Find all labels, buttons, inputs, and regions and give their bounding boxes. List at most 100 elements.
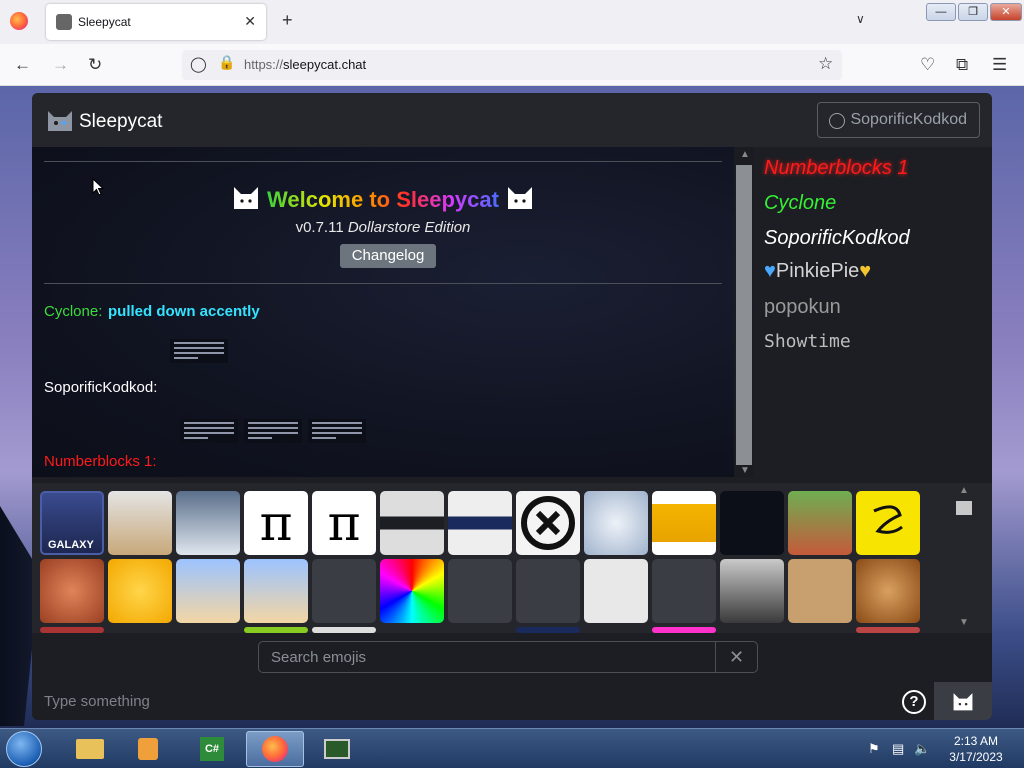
- emoji-pi[interactable]: π: [312, 491, 376, 555]
- emoji-partial[interactable]: [312, 627, 376, 633]
- csharp-ide-icon[interactable]: C#: [184, 731, 242, 767]
- back-arrow-icon[interactable]: ←: [14, 55, 31, 75]
- emoji-pi-pie[interactable]: [788, 559, 852, 623]
- emoji-shark-girl[interactable]: [176, 491, 240, 555]
- screenshot-thumbnail[interactable]: [244, 419, 302, 443]
- emoji-nyan-cat[interactable]: [448, 559, 512, 623]
- system-clock[interactable]: 2:13 AM 3/17/2023: [938, 733, 1014, 765]
- emoji-search-input[interactable]: [259, 642, 717, 672]
- emoji-cat-lying[interactable]: [108, 491, 172, 555]
- flag-icon[interactable]: ⚑: [868, 741, 880, 757]
- scroll-up-icon[interactable]: ▲: [740, 149, 750, 160]
- message-input[interactable]: [32, 682, 892, 720]
- emoji-lightbulb[interactable]: [652, 559, 716, 623]
- emoji-onion[interactable]: [856, 559, 920, 623]
- chat-scrollbar[interactable]: ▲ ▼: [734, 147, 754, 477]
- address-bar[interactable]: ◯ 🔒 https://sleepycat.chat ☆: [182, 50, 842, 80]
- lock-icon[interactable]: 🔒: [218, 54, 235, 71]
- screenshot-thumbnail[interactable]: [170, 339, 228, 363]
- emoji-salt-shaker[interactable]: [312, 559, 376, 623]
- tab-close-icon[interactable]: ✕: [244, 13, 256, 30]
- firefox-taskbar-icon[interactable]: [246, 731, 304, 767]
- emoji-screenshot[interactable]: [448, 491, 512, 555]
- extensions-icon[interactable]: ⧉: [956, 55, 968, 75]
- scrollbar-thumb[interactable]: [956, 501, 972, 515]
- forward-arrow-icon[interactable]: →: [52, 55, 69, 75]
- scrollbar-thumb[interactable]: [736, 165, 752, 465]
- emoji-rubble[interactable]: [720, 559, 784, 623]
- screenshot-thumbnail[interactable]: [180, 419, 238, 443]
- blue-heart-icon: ♥: [764, 260, 776, 282]
- emoji-pi[interactable]: π: [244, 491, 308, 555]
- emoji-partial[interactable]: [516, 627, 580, 633]
- message-author[interactable]: SoporificKodkod:: [44, 379, 157, 396]
- emoji-screenshot[interactable]: [720, 491, 784, 555]
- new-tab-button[interactable]: +: [282, 10, 293, 31]
- user-pinkiepie[interactable]: ♥PinkiePie♥: [764, 260, 871, 283]
- emoji-cheez-its[interactable]: [652, 491, 716, 555]
- emoji-anime[interactable]: [176, 559, 240, 623]
- emoji-partial[interactable]: [856, 627, 920, 633]
- emoji-galaxy[interactable]: GALAXY: [40, 491, 104, 555]
- menu-hamburger-icon[interactable]: ☰: [992, 55, 1007, 75]
- minimize-button[interactable]: —: [926, 3, 956, 21]
- scroll-down-icon[interactable]: ▼: [740, 465, 750, 476]
- shield-icon[interactable]: ◯: [190, 55, 207, 73]
- scroll-down-icon[interactable]: ▼: [959, 617, 969, 628]
- emoji-partial[interactable]: [40, 627, 104, 633]
- brand-title[interactable]: Sleepycat: [79, 111, 162, 133]
- emoji-screenshot[interactable]: [380, 491, 444, 555]
- user-soporifickodkod[interactable]: SoporificKodkod: [764, 227, 910, 250]
- volume-icon[interactable]: 🔈: [914, 741, 930, 757]
- emoji-face-photo[interactable]: [40, 559, 104, 623]
- reload-icon[interactable]: ↻: [88, 55, 102, 75]
- scroll-up-icon[interactable]: ▲: [959, 485, 969, 496]
- bookmark-star-icon[interactable]: ☆: [818, 54, 833, 74]
- screenshot-thumbnail[interactable]: [308, 419, 366, 443]
- changelog-button[interactable]: Changelog: [340, 244, 436, 268]
- emoji-picker: GALAXY π π ▲ ▼: [32, 483, 992, 633]
- emoji-toast[interactable]: [516, 559, 580, 623]
- divider: [44, 161, 722, 162]
- user-popokun[interactable]: popokun: [764, 296, 841, 319]
- tab-sleepycat[interactable]: Sleepycat ✕: [46, 4, 266, 40]
- clear-search-icon[interactable]: ✕: [715, 642, 757, 672]
- pocket-icon[interactable]: ♡: [920, 55, 935, 75]
- explorer-icon[interactable]: [60, 731, 118, 767]
- media-player-icon[interactable]: [118, 731, 176, 767]
- maximize-button[interactable]: ❐: [958, 3, 988, 21]
- emoji-rainbow-burst[interactable]: [380, 559, 444, 623]
- emoji-badge[interactable]: [584, 491, 648, 555]
- help-icon[interactable]: ?: [902, 690, 926, 714]
- close-window-button[interactable]: ✕: [990, 3, 1022, 21]
- emoji-partial[interactable]: [244, 627, 308, 633]
- network-icon[interactable]: ▤: [892, 741, 904, 757]
- user-account-button[interactable]: SoporificKodkod: [817, 102, 980, 138]
- clock-date: 3/17/2023: [949, 750, 1003, 764]
- version-number: v0.7.11: [295, 219, 344, 236]
- user-showtime[interactable]: Showtime: [764, 331, 851, 352]
- message-author[interactable]: Cyclone:: [44, 303, 102, 320]
- emoji-partial[interactable]: [652, 627, 716, 633]
- terminal-icon[interactable]: [308, 731, 366, 767]
- cat-face-icon: [233, 187, 258, 209]
- message-author[interactable]: Numberblocks 1:: [44, 453, 157, 470]
- emoji-kid-photo[interactable]: [788, 491, 852, 555]
- firefox-icon[interactable]: [10, 12, 28, 30]
- emoji-close-x[interactable]: [516, 491, 580, 555]
- version-line: v0.7.11 Dollarstore Edition: [32, 219, 734, 236]
- url-text[interactable]: https://sleepycat.chat: [244, 57, 366, 72]
- user-cyclone[interactable]: Cyclone: [764, 192, 836, 215]
- emoji-anime[interactable]: [244, 559, 308, 623]
- emoji-no-step-on-snek[interactable]: [856, 491, 920, 555]
- list-all-tabs-chevron-icon[interactable]: ∨: [856, 12, 865, 26]
- user-numberblocks[interactable]: Numberblocks 1: [764, 157, 909, 180]
- send-button[interactable]: [934, 682, 992, 720]
- start-button[interactable]: [6, 731, 42, 767]
- current-username: SoporificKodkod: [850, 111, 967, 128]
- tab-title: Sleepycat: [78, 15, 131, 29]
- emoji-music-note[interactable]: [584, 559, 648, 623]
- app-header: Sleepycat SoporificKodkod: [32, 93, 992, 147]
- emoji-screaming-face[interactable]: [108, 559, 172, 623]
- emoji-scrollbar[interactable]: ▲ ▼: [956, 483, 972, 633]
